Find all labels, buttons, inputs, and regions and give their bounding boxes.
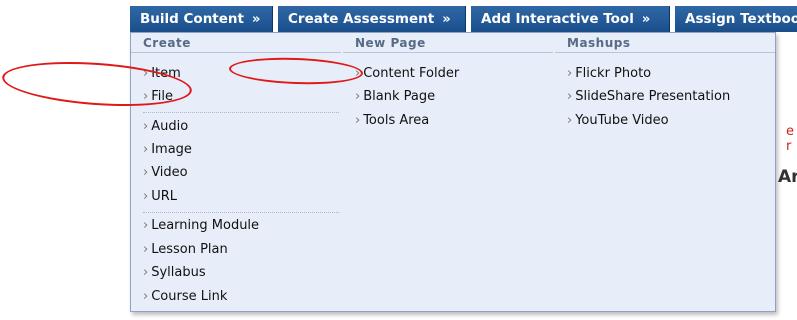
build-content-label: Build Content — [140, 11, 244, 27]
menu-item-youtube-video[interactable]: › YouTube Video — [567, 113, 669, 128]
menu-item-label: Content Folder — [363, 66, 460, 81]
menu-item-label: URL — [151, 189, 177, 204]
menu-item-tools-area[interactable]: › Tools Area — [355, 113, 429, 128]
menu-divider — [143, 212, 339, 213]
menu-item-course-link[interactable]: › Course Link — [143, 289, 227, 304]
background-heading: Ar — [778, 167, 797, 187]
assign-textbook-button[interactable]: Assign Textboo — [675, 6, 797, 32]
menu-item-label: YouTube Video — [575, 113, 669, 128]
chevron-down-icon: » — [252, 12, 261, 27]
menu-item-learning-module[interactable]: › Learning Module — [143, 218, 259, 233]
chevron-right-icon: › — [143, 119, 149, 134]
menu-item-video[interactable]: › Video — [143, 165, 188, 180]
chevron-right-icon: › — [143, 142, 149, 157]
menu-item-slideshare-presentation[interactable]: › SlideShare Presentation — [567, 89, 730, 104]
chevron-right-icon: › — [143, 218, 149, 233]
chevron-right-icon: › — [567, 113, 573, 128]
content-toolbar: Build Content » Create Assessment » Add In… — [130, 6, 797, 32]
build-content-menu: Create › Item › File › Audio › Image › Video … — [130, 32, 776, 312]
menu-item-url[interactable]: › URL — [143, 189, 177, 204]
chevron-right-icon: › — [567, 89, 573, 104]
assign-textbook-label: Assign Textboo — [685, 11, 797, 27]
menu-column-header: Mashups — [555, 33, 775, 53]
menu-item-label: Image — [151, 142, 192, 157]
menu-item-label: Blank Page — [363, 89, 436, 104]
menu-column-new-page: New Page › Content Folder › Blank Page › To… — [343, 33, 553, 128]
chevron-right-icon: › — [143, 165, 149, 180]
menu-divider — [143, 112, 339, 113]
menu-column-header: Create — [131, 33, 341, 53]
chevron-right-icon: › — [143, 289, 149, 304]
menu-column-create: Create › Item › File › Audio › Image › Video … — [131, 33, 341, 304]
create-assessment-label: Create Assessment — [288, 11, 435, 27]
add-interactive-tool-button[interactable]: Add Interactive Tool » — [471, 6, 670, 32]
menu-item-label: Audio — [151, 119, 189, 134]
chevron-right-icon: › — [143, 189, 149, 204]
menu-item-label: Flickr Photo — [575, 66, 652, 81]
menu-item-blank-page[interactable]: › Blank Page — [355, 89, 435, 104]
chevron-right-icon: › — [567, 66, 573, 81]
menu-item-label: Video — [151, 165, 188, 180]
add-interactive-tool-label: Add Interactive Tool — [481, 11, 634, 27]
menu-item-flickr-photo[interactable]: › Flickr Photo — [567, 66, 651, 81]
menu-item-audio[interactable]: › Audio — [143, 119, 188, 134]
chevron-down-icon: » — [442, 12, 451, 27]
menu-column-header: New Page — [343, 33, 553, 53]
menu-item-content-folder[interactable]: › Content Folder — [355, 66, 459, 81]
menu-item-label: Lesson Plan — [151, 242, 228, 257]
menu-item-label: SlideShare Presentation — [575, 89, 731, 104]
menu-item-image[interactable]: › Image — [143, 142, 192, 157]
chevron-down-icon: » — [641, 12, 651, 27]
chevron-right-icon: › — [355, 113, 361, 128]
menu-item-lesson-plan[interactable]: › Lesson Plan — [143, 242, 228, 257]
chevron-right-icon: › — [143, 242, 149, 257]
create-assessment-button[interactable]: Create Assessment » — [278, 6, 466, 32]
menu-item-label: Tools Area — [363, 113, 430, 128]
menu-item-label: Syllabus — [151, 265, 206, 280]
menu-item-syllabus[interactable]: › Syllabus — [143, 265, 206, 280]
background-red-text: e r — [786, 124, 794, 154]
chevron-right-icon: › — [143, 265, 149, 280]
build-content-button[interactable]: Build Content » — [130, 6, 273, 32]
chevron-right-icon: › — [355, 89, 361, 104]
menu-item-label: Course Link — [151, 289, 228, 304]
menu-item-label: Learning Module — [151, 218, 260, 233]
menu-column-mashups: Mashups › Flickr Photo › SlideShare Presen… — [555, 33, 775, 128]
